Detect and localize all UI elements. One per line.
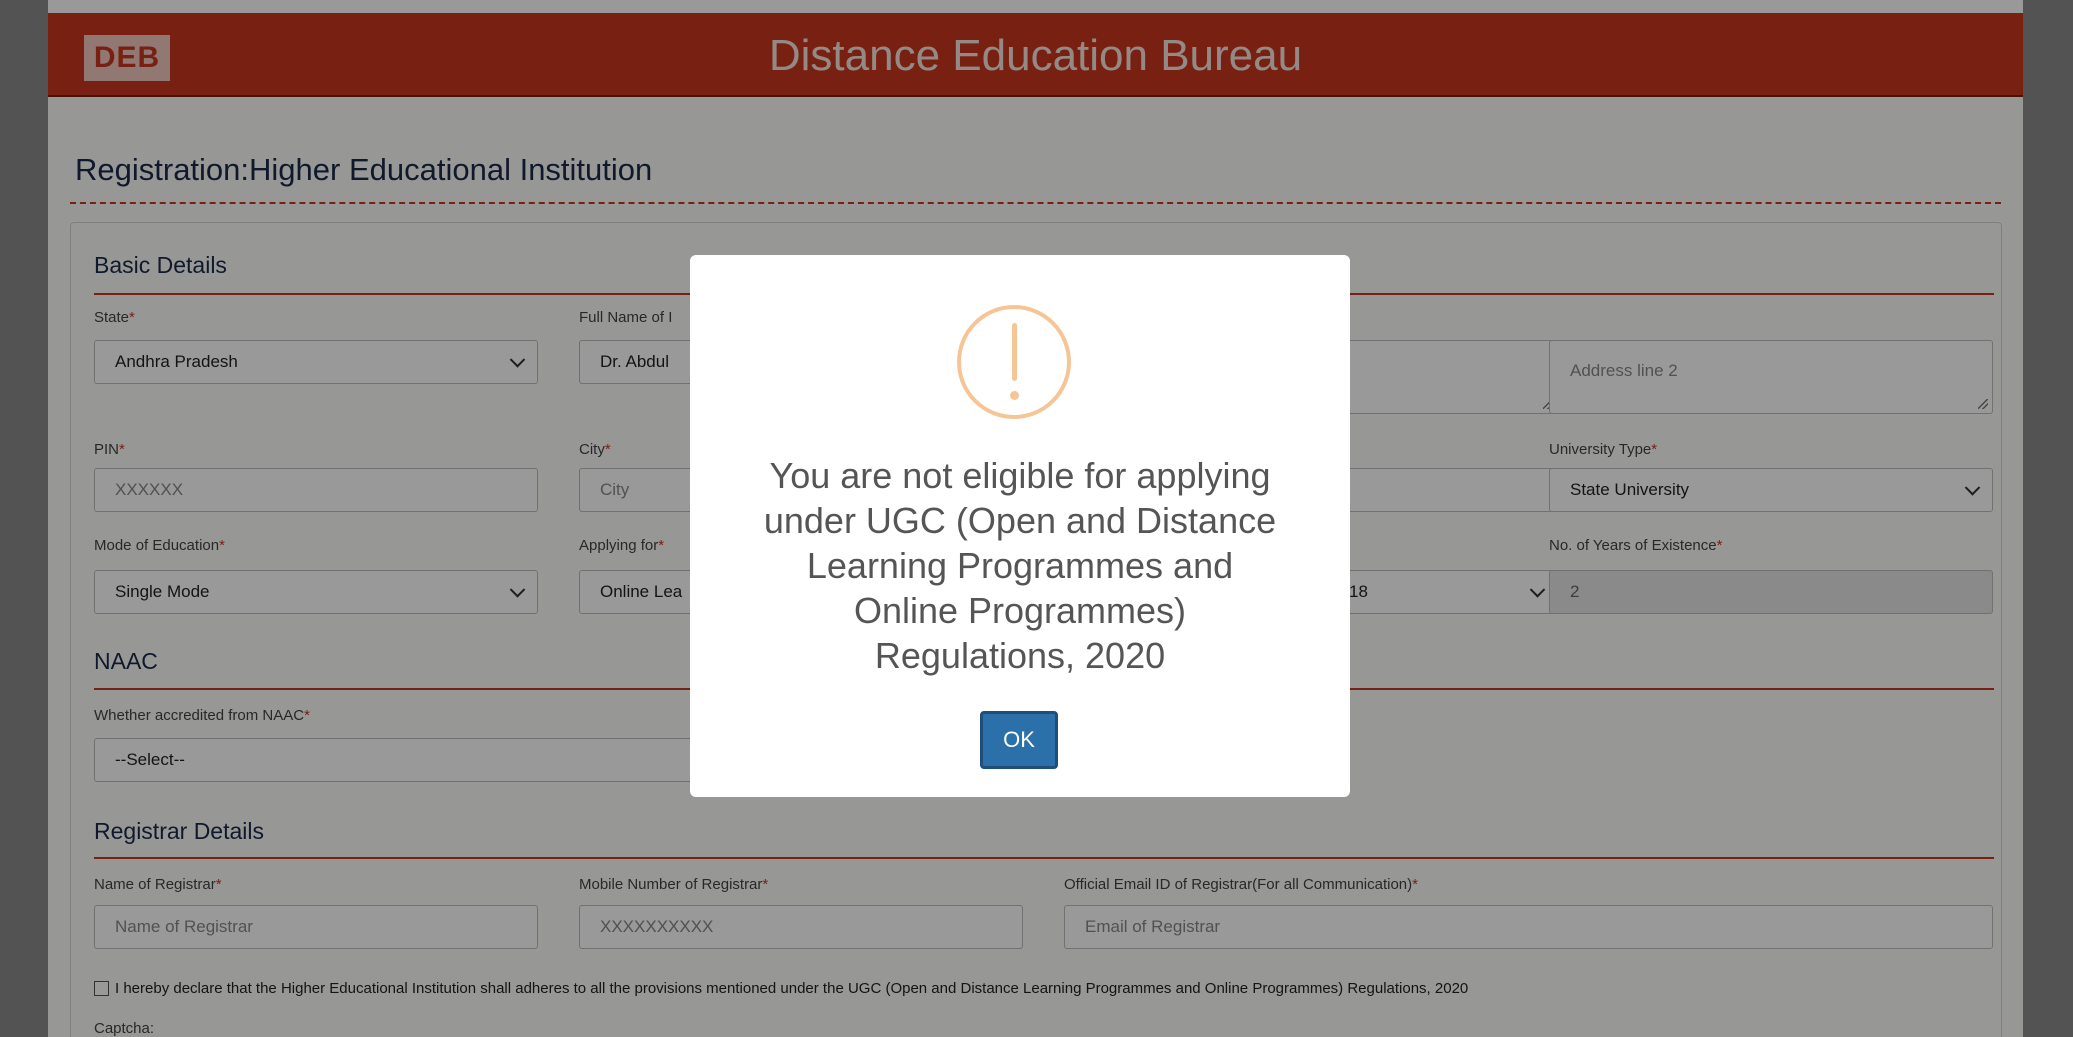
warning-icon [957,305,1071,419]
eligibility-alert-dialog: You are not eligible for applying under … [690,255,1350,797]
ok-button[interactable]: OK [980,711,1058,769]
alert-message: You are not eligible for applying under … [763,455,1277,676]
